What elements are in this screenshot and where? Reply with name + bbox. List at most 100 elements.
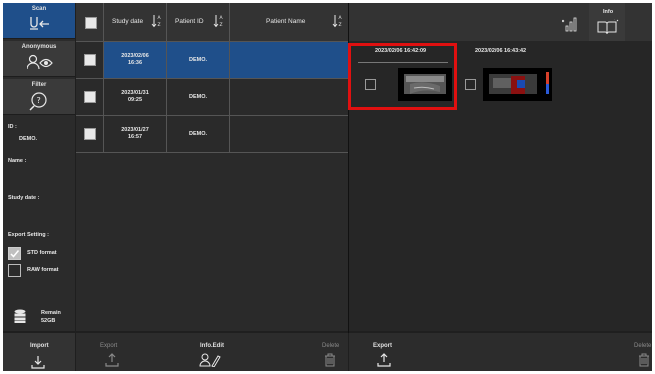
row-patient-id-text: DEMO. <box>188 93 208 100</box>
svg-text:Z: Z <box>220 22 223 28</box>
row-date: 2023/01/31 <box>121 90 149 96</box>
row-time: 16:36 <box>127 60 143 66</box>
trash-icon <box>325 353 335 367</box>
export-label: Export <box>100 343 118 349</box>
export-icon <box>105 353 119 367</box>
export-setting-label: Export Setting : <box>8 232 49 238</box>
delete-label: Delete <box>322 343 340 349</box>
row-time: 09:25 <box>127 97 143 103</box>
storage-disk-icon <box>14 309 26 323</box>
right-action-bar: Export Delete <box>349 333 652 371</box>
row-checkbox-cell <box>76 79 104 115</box>
raw-format-label: RAW format <box>27 267 59 273</box>
highlight-box <box>348 43 457 110</box>
row-patient-id-text: DEMO. <box>188 56 208 63</box>
table-header: Study date A Z Patient ID A Z Patient Na… <box>76 3 348 42</box>
table-row[interactable]: 2023/01/27 16:57 DEMO. <box>76 116 348 153</box>
image-thumbnail[interactable]: 2023/02/06 16:43:42 <box>459 42 559 116</box>
row-study-date: 2023/01/27 16:57 <box>104 116 167 152</box>
table-empty-area <box>76 153 348 331</box>
thumbnail-timestamp: 2023/02/06 16:43:42 <box>475 48 527 54</box>
id-label: ID : <box>8 124 17 130</box>
row-patient-id: DEMO. <box>167 42 230 78</box>
row-checkbox[interactable] <box>83 128 96 140</box>
row-checkbox[interactable] <box>83 54 96 66</box>
user-edit-icon <box>199 353 221 367</box>
signal-bars-icon[interactable] <box>562 16 578 32</box>
remain-label: Remain <box>41 310 61 316</box>
select-all-checkbox[interactable] <box>85 17 97 29</box>
filter-search-icon: ? <box>29 92 47 111</box>
checkmark-icon <box>10 250 20 258</box>
svg-text:Z: Z <box>158 22 161 28</box>
anonymous-label: Anonymous <box>21 44 57 50</box>
info-button[interactable]: Info <box>589 3 625 41</box>
id-value: DEMO. <box>19 136 38 142</box>
std-format-checkbox[interactable] <box>8 247 21 260</box>
export-icon <box>377 353 391 367</box>
study-date-label: Study date : <box>8 195 40 201</box>
column-study-date[interactable]: Study date A Z <box>104 3 166 41</box>
row-study-date: 2023/02/06 16:36 <box>104 42 167 78</box>
import-label: Import <box>30 343 49 349</box>
anonymous-eye-icon <box>27 54 53 70</box>
book-info-icon <box>597 19 619 35</box>
column-study-date-label: Study date <box>112 18 144 25</box>
column-patient-id[interactable]: Patient ID A Z <box>167 3 229 41</box>
table-row[interactable]: 2023/01/31 09:25 DEMO. <box>76 79 348 116</box>
row-patient-id: DEMO. <box>167 79 230 115</box>
row-patient-name <box>230 116 348 152</box>
svg-text:A: A <box>220 15 224 21</box>
row-checkbox[interactable] <box>83 91 96 103</box>
column-patient-id-label: Patient ID <box>175 18 204 25</box>
filter-label: Filter <box>31 82 47 88</box>
row-time: 16:57 <box>127 134 143 140</box>
raw-format-checkbox[interactable] <box>8 264 21 277</box>
sort-az-icon: A Z <box>213 15 224 28</box>
svg-text:Z: Z <box>339 22 342 28</box>
row-patient-id-text: DEMO. <box>188 130 208 137</box>
row-patient-name <box>230 42 348 78</box>
anonymous-button[interactable]: Anonymous <box>3 41 75 77</box>
delete-images-label: Delete <box>634 343 652 349</box>
remain-value: 52GB <box>41 318 56 324</box>
trash-icon <box>639 353 649 367</box>
delete-button[interactable]: Delete <box>316 333 346 371</box>
row-checkbox-cell <box>76 42 104 78</box>
info-edit-button[interactable]: Info.Edit <box>190 333 230 371</box>
row-study-date: 2023/01/31 09:25 <box>104 79 167 115</box>
sort-az-icon: A Z <box>151 15 162 28</box>
std-format-label: STD format <box>27 250 57 256</box>
thumbnail-checkbox[interactable] <box>465 79 476 90</box>
row-checkbox-cell <box>76 116 104 152</box>
import-button[interactable]: Import <box>3 333 75 371</box>
table-row[interactable]: 2023/02/06 16:36 DEMO. <box>76 42 348 79</box>
delete-images-button[interactable]: Delete <box>622 333 652 371</box>
column-patient-name-label: Patient Name <box>266 18 306 25</box>
sidebar: Scan Anonymous Filter ? ID : DEMO. Name … <box>3 3 75 331</box>
scan-label: Scan <box>31 6 47 12</box>
svg-text:A: A <box>158 15 162 21</box>
ultrasound-image <box>483 68 552 101</box>
name-label: Name : <box>8 158 27 164</box>
row-patient-id: DEMO. <box>167 116 230 152</box>
svg-text:?: ? <box>37 96 41 105</box>
row-patient-name <box>230 79 348 115</box>
row-date: 2023/02/06 <box>121 53 149 59</box>
row-date: 2023/01/27 <box>121 127 149 133</box>
export-images-label: Export <box>373 343 393 349</box>
ultrasound-doppler-graphic <box>489 72 549 94</box>
import-icon <box>31 356 45 369</box>
info-label: Info <box>603 9 614 15</box>
scan-button[interactable]: Scan <box>3 3 75 39</box>
sort-az-icon: A Z <box>332 15 343 28</box>
column-patient-name[interactable]: Patient Name A Z <box>230 3 348 41</box>
left-action-bar: Export Info.Edit Delete <box>76 333 348 371</box>
svg-text:A: A <box>339 15 343 21</box>
export-button[interactable]: Export <box>94 333 134 371</box>
archive-screen: Scan Anonymous Filter ? ID : DEMO. Name … <box>3 3 652 371</box>
image-panel-toolbar: Info <box>349 3 652 41</box>
filter-button[interactable]: Filter ? <box>3 79 75 115</box>
export-images-button[interactable]: Export <box>369 333 409 371</box>
probe-return-icon <box>30 17 49 30</box>
